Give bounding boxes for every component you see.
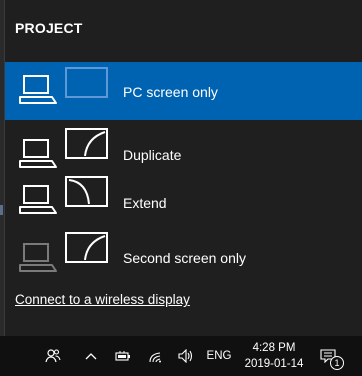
clock-time: 4:28 PM [252,342,296,354]
clock-date: 2019-01-14 [244,358,304,370]
extend-icon [19,176,108,214]
chevron-up-icon[interactable] [82,336,100,376]
option-extend[interactable]: Extend [5,172,362,230]
screen: PROJECT PC screen only Duplicate Extend … [0,0,362,376]
wifi-icon[interactable] [145,336,165,376]
second-screen-only-icon [19,232,108,272]
option-label: PC screen only [123,84,218,100]
option-pc-screen-only[interactable]: PC screen only [5,62,362,120]
project-panel: PROJECT PC screen only Duplicate Extend … [4,0,362,336]
option-second-screen-only[interactable]: Second screen only [5,228,362,286]
option-label: Duplicate [123,147,182,163]
panel-title: PROJECT [15,20,83,36]
connect-wireless-display-link[interactable]: Connect to a wireless display [15,292,190,307]
clock[interactable]: 4:28 PM 2019-01-14 [236,340,312,372]
battery-icon[interactable] [113,336,133,376]
option-label: Extend [123,195,167,211]
people-icon[interactable] [42,336,64,376]
language-indicator[interactable]: ENG [204,336,234,376]
desktop-edge-mark [0,205,3,215]
taskbar: ENG 4:28 PM 2019-01-14 1 [0,336,362,376]
volume-icon[interactable] [176,336,196,376]
pc-screen-only-icon [19,67,108,104]
notification-count-badge: 1 [330,356,344,370]
option-label: Second screen only [123,250,246,266]
